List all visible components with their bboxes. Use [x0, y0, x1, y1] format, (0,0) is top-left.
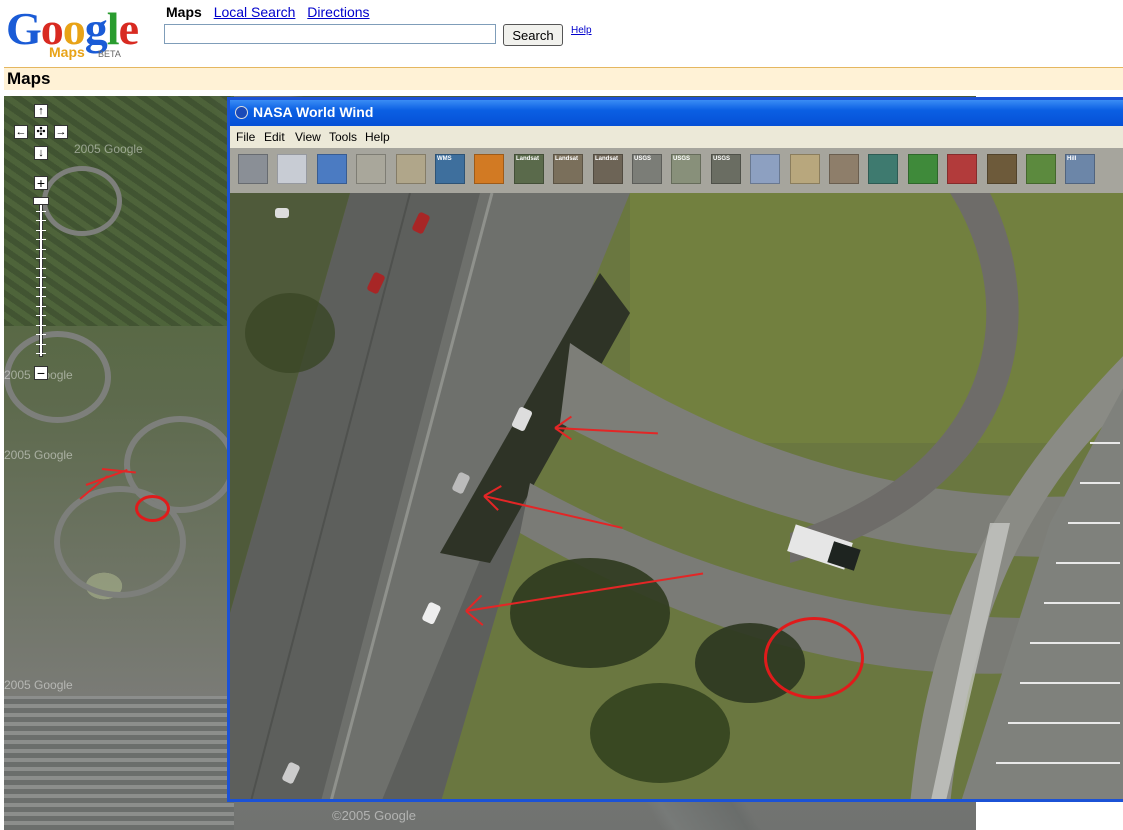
worldwind-menubar: File Edit View Tools Help — [230, 126, 1123, 148]
wms-icon[interactable]: WMS — [435, 154, 465, 184]
pan-right-button[interactable]: → — [54, 125, 68, 139]
search-icon[interactable] — [356, 154, 386, 184]
map-watermark: ©2005 Google — [332, 808, 417, 823]
toolbar-button-label: Landsat — [595, 156, 619, 162]
toolbar-button-label: Landsat — [516, 156, 540, 162]
landsat-visible-icon[interactable]: Landsat — [553, 154, 583, 184]
zoom-tick — [36, 286, 46, 288]
nav-directions[interactable]: Directions — [307, 4, 369, 20]
zoom-in-button[interactable]: + — [34, 176, 48, 190]
nav-maps: Maps — [166, 4, 202, 20]
hill-icon[interactable]: Hill — [1065, 154, 1095, 184]
toolbar-button-label: Hill — [1067, 156, 1077, 162]
zoom-tick — [36, 296, 46, 297]
toolbar-button-label: USGS — [673, 156, 691, 162]
landsat-pseudo-icon[interactable]: Landsat — [514, 154, 544, 184]
place-names-icon[interactable] — [829, 154, 859, 184]
pan-up-button[interactable]: ↑ — [34, 104, 48, 118]
zoom-tick — [36, 267, 46, 269]
beta-badge: BETA — [98, 49, 121, 59]
toolbar-button-label: USGS — [713, 156, 731, 162]
menu-tools[interactable]: Tools — [329, 130, 357, 144]
layers-icon[interactable] — [238, 154, 268, 184]
globe-icon[interactable] — [317, 154, 347, 184]
zoom-tick — [36, 277, 46, 278]
zoom-out-button[interactable]: − — [34, 366, 48, 380]
pan-center-button[interactable]: ✣ — [34, 125, 48, 139]
landsat-pseudo2-icon[interactable]: Landsat — [593, 154, 623, 184]
usgs-urban-icon[interactable]: USGS — [711, 154, 741, 184]
nav-local-search[interactable]: Local Search — [214, 4, 296, 20]
zoom-tick — [36, 210, 46, 212]
zoom-tick — [36, 324, 46, 326]
help-link[interactable]: Help — [571, 25, 592, 36]
annotation-circle — [135, 495, 170, 522]
zoom-tick — [36, 258, 46, 259]
zoom-tick — [36, 248, 46, 250]
map-watermark: 2005 Google — [4, 678, 73, 692]
pan-down-button[interactable]: ↓ — [34, 146, 48, 160]
menu-file[interactable]: File — [236, 130, 255, 144]
zoom-tick — [36, 315, 46, 316]
top-nav: Maps Local Search Directions — [166, 4, 378, 20]
toolbar-button-label: USGS — [634, 156, 652, 162]
maps-subtitle: Maps — [49, 44, 85, 60]
flags-icon[interactable] — [947, 154, 977, 184]
zoom-tick — [36, 239, 46, 240]
google-maps-logo[interactable]: Google Maps BETA — [6, 4, 156, 62]
zoom-tick — [36, 343, 46, 345]
zoom-tick — [36, 220, 46, 221]
nasa-logo-icon — [235, 106, 248, 119]
usgs-ortho-icon[interactable]: USGS — [632, 154, 662, 184]
grid-icon[interactable] — [277, 154, 307, 184]
compass-icon[interactable] — [790, 154, 820, 184]
toolbar-button-label: Landsat — [555, 156, 579, 162]
zoom-slider-thumb[interactable] — [33, 197, 49, 205]
aerial-imagery — [230, 193, 1123, 799]
zoom-tick — [36, 353, 46, 354]
heat-map-icon[interactable] — [474, 154, 504, 184]
toolbar-button-label: WMS — [437, 156, 452, 162]
scale-icon[interactable] — [396, 154, 426, 184]
boundaries-icon[interactable] — [908, 154, 938, 184]
menu-edit[interactable]: Edit — [264, 130, 285, 144]
annotation-circle — [764, 617, 864, 699]
zoom-tick — [36, 334, 46, 335]
worldwind-toolbar: WMS Landsat Landsat Landsat USGS USGS USGS Hill — [230, 148, 1123, 193]
map-watermark: 2005 Google — [4, 448, 73, 462]
search-button[interactable]: Search — [503, 24, 563, 46]
search-input[interactable] — [164, 24, 496, 44]
menu-view[interactable]: View — [295, 130, 321, 144]
geocache-icon[interactable] — [987, 154, 1017, 184]
zoomit-icon[interactable] — [750, 154, 780, 184]
landmarks-icon[interactable] — [868, 154, 898, 184]
worldwind-3d-view[interactable] — [230, 193, 1123, 799]
map-watermark: 2005 Google — [74, 142, 143, 156]
zoom-tick — [36, 305, 46, 307]
section-title-bar: Maps — [4, 67, 1123, 90]
pan-left-button[interactable]: ← — [14, 125, 28, 139]
map-icon[interactable] — [1026, 154, 1056, 184]
section-title: Maps — [7, 69, 51, 88]
zoom-tick — [36, 229, 46, 231]
worldwind-title-bar[interactable]: NASA World Wind — [230, 100, 1123, 126]
worldwind-window: NASA World Wind File Edit View Tools Hel… — [227, 97, 1123, 802]
worldwind-title: NASA World Wind — [253, 104, 374, 120]
parking-lot — [4, 696, 234, 830]
menu-help[interactable]: Help — [365, 130, 390, 144]
usgs-topo-icon[interactable]: USGS — [671, 154, 701, 184]
zoom-slider[interactable] — [34, 197, 48, 357]
